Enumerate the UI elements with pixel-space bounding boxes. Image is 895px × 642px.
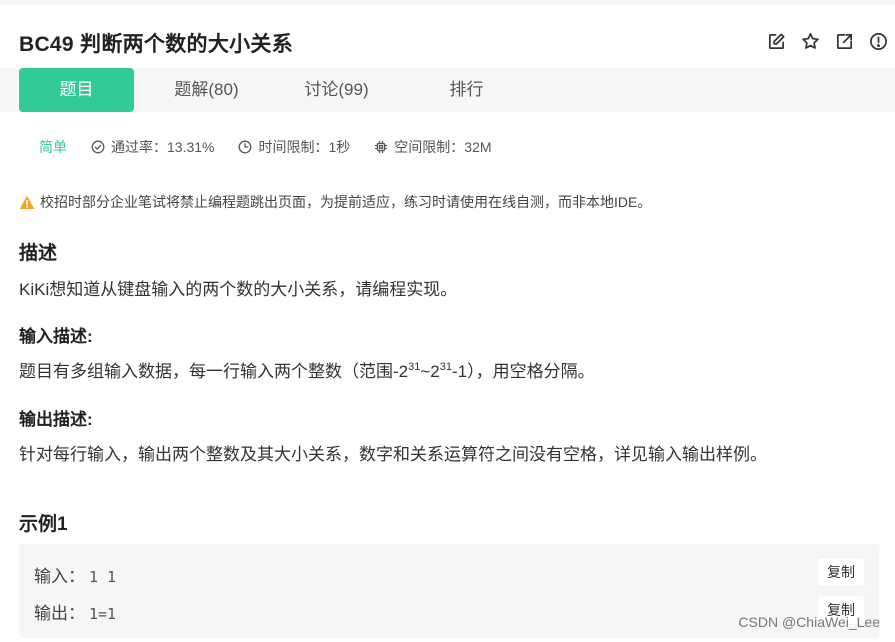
pass-rate: 通过率：13.31%: [91, 137, 214, 157]
example-output-label: 输出：: [34, 604, 85, 623]
tab-ranking[interactable]: 排行: [409, 68, 524, 112]
watermark: CSDN @ChiaWei_Lee: [738, 614, 880, 630]
example-output-value: 1=1: [89, 605, 117, 623]
header-actions: [759, 30, 895, 52]
copy-input-button[interactable]: 复制: [818, 558, 864, 586]
star-icon[interactable]: [793, 30, 827, 52]
example-output-line: 输出： 1=1: [34, 599, 116, 624]
chip-icon: [375, 140, 388, 154]
tab-bar: 题目 题解(80) 讨论(99) 排行: [0, 68, 895, 112]
tab-problem[interactable]: 题目: [19, 68, 134, 112]
tab-discussion[interactable]: 讨论(99): [279, 68, 394, 112]
pass-rate-text: 通过率：13.31%: [111, 139, 215, 155]
report-icon[interactable]: [861, 30, 895, 52]
edit-icon[interactable]: [759, 30, 793, 52]
problem-meta: 简单 通过率：13.31% 时间限制：1秒 空间限制：32M: [39, 137, 516, 157]
space-limit-text: 空间限制：32M: [394, 139, 492, 155]
top-strip: [0, 0, 895, 5]
tab-solutions[interactable]: 题解(80): [149, 68, 264, 112]
description-heading: 描述: [19, 243, 58, 264]
output-description-text: 针对每行输入，输出两个整数及其大小关系，数字和关系运算符之间没有空格，详见输入输…: [19, 445, 767, 464]
example-input-line: 输入： 1 1: [34, 562, 116, 587]
exam-notice: 校招时部分企业笔试将禁止编程题跳出页面，为提前适应，练习时请使用在线自测，而非本…: [19, 192, 651, 212]
clock-icon: [239, 140, 252, 154]
warning-icon: [19, 195, 35, 209]
notice-text: 校招时部分企业笔试将禁止编程题跳出页面，为提前适应，练习时请使用在线自测，而非本…: [40, 194, 652, 210]
difficulty-badge: 简单: [39, 139, 67, 155]
problem-title: BC49 判断两个数的大小关系: [19, 33, 294, 56]
check-circle-icon: [91, 140, 105, 154]
share-icon[interactable]: [827, 30, 861, 52]
input-description-heading: 输入描述:: [19, 327, 93, 346]
space-limit: 空间限制：32M: [374, 137, 492, 157]
time-limit-text: 时间限制：1秒: [258, 139, 351, 155]
description-text: KiKi想知道从键盘输入的两个数的大小关系，请编程实现。: [19, 280, 458, 299]
example-heading: 示例1: [19, 514, 68, 535]
time-limit: 时间限制：1秒: [238, 137, 350, 157]
example-input-value: 1 1: [89, 568, 117, 586]
output-description-heading: 输出描述:: [19, 410, 93, 429]
input-description-text: 题目有多组输入数据，每一行输入两个整数（范围-231~231-1），用空格分隔。: [19, 361, 595, 382]
example-input-label: 输入：: [34, 567, 85, 586]
